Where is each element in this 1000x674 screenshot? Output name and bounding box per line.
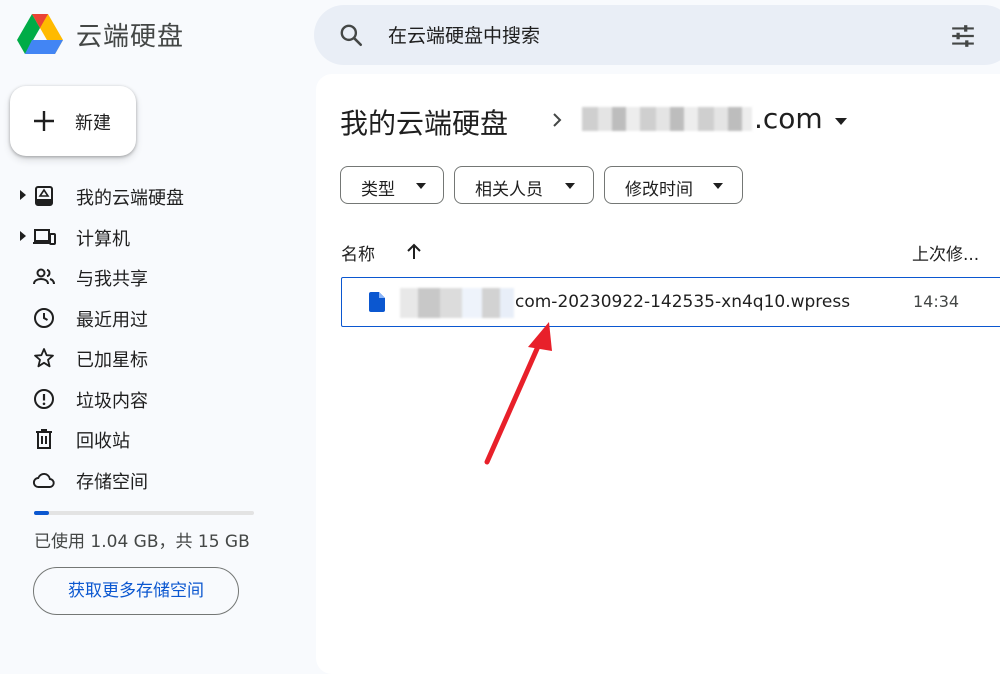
table-row[interactable]: com-20230922-142535-xn4q10.wpress 14:34 (341, 277, 1000, 327)
expand-caret-icon[interactable] (20, 190, 26, 200)
filter-chip-label: 修改时间 (625, 180, 693, 200)
app-title: 云端硬盘 (76, 22, 185, 52)
file-icon (369, 292, 385, 312)
sidebar-item-trash[interactable]: 回收站 (0, 419, 300, 460)
new-button[interactable]: 新建 (10, 86, 136, 156)
sidebar-item-label: 已加星标 (76, 350, 148, 371)
storage-progress-bar (34, 511, 254, 515)
caret-down-icon[interactable] (835, 118, 847, 125)
tune-icon[interactable] (950, 23, 976, 49)
computer-icon (33, 228, 56, 245)
plus-icon (34, 111, 54, 131)
caret-down-icon (713, 183, 723, 189)
column-header-name[interactable]: 名称 (341, 240, 375, 265)
storage-usage-text: 已使用 1.04 GB，共 15 GB (34, 532, 250, 552)
expand-caret-icon[interactable] (20, 230, 26, 241)
drive-logo-icon[interactable] (16, 12, 64, 56)
sidebar-nav: 我的云端硬盘 计算机 与我共享 最近用过 已加星标 垃圾内容 回收站 存储空间 (0, 176, 300, 500)
trash-icon (36, 429, 52, 449)
sidebar-item-label: 与我共享 (76, 269, 148, 290)
redacted-file-prefix (400, 288, 514, 318)
storage-progress-fill (34, 511, 50, 515)
sidebar-item-label: 垃圾内容 (76, 390, 148, 412)
caret-down-icon (565, 183, 575, 189)
new-button-label: 新建 (75, 113, 111, 134)
sidebar-item-label: 我的云端硬盘 (76, 188, 184, 209)
chevron-right-icon (553, 113, 562, 127)
caret-down-icon (416, 183, 426, 189)
search-input[interactable] (386, 18, 930, 54)
filter-modified-chip[interactable]: 修改时间 (604, 166, 743, 204)
filter-chip-label: 相关人员 (475, 180, 543, 200)
file-modified-time: 14:34 (913, 292, 960, 311)
filter-people-chip[interactable]: 相关人员 (454, 166, 594, 204)
cloud-icon (32, 472, 55, 488)
sidebar-item-computers[interactable]: 计算机 (0, 217, 300, 258)
sort-ascending-icon[interactable] (406, 242, 422, 260)
sidebar-item-label: 存储空间 (76, 471, 148, 493)
sidebar-item-my-drive[interactable]: 我的云端硬盘 (0, 176, 300, 217)
search-bar[interactable] (314, 5, 1000, 65)
column-header-modified[interactable]: 上次修... (912, 240, 979, 265)
search-icon[interactable] (338, 22, 364, 48)
sidebar-item-storage[interactable]: 存储空间 (0, 460, 300, 501)
filter-type-chip[interactable]: 类型 (340, 166, 444, 204)
sidebar-item-label: 回收站 (76, 431, 130, 452)
sidebar-item-label: 最近用过 (76, 309, 148, 331)
breadcrumb-root[interactable]: 我的云端硬盘 (340, 102, 508, 142)
sidebar-item-starred[interactable]: 已加星标 (0, 338, 300, 379)
sidebar-item-shared-with-me[interactable]: 与我共享 (0, 257, 300, 298)
breadcrumb-current[interactable]: .com (754, 102, 823, 135)
sidebar-item-spam[interactable]: 垃圾内容 (0, 379, 300, 420)
clock-icon (34, 307, 54, 328)
star-icon (34, 348, 54, 368)
sidebar-item-label: 计算机 (76, 228, 130, 250)
filter-chip-label: 类型 (361, 180, 395, 200)
spam-icon (34, 388, 54, 409)
file-name: com-20230922-142535-xn4q10.wpress (515, 292, 851, 312)
sidebar-item-recent[interactable]: 最近用过 (0, 298, 300, 339)
my-drive-icon (35, 186, 53, 206)
get-more-storage-button[interactable]: 获取更多存储空间 (33, 567, 239, 615)
redacted-folder-name (582, 107, 752, 131)
main-content: 我的云端硬盘 .com 类型 相关人员 修改时间 名称 上次修... com-2… (316, 74, 1000, 674)
shared-people-icon (33, 268, 55, 285)
